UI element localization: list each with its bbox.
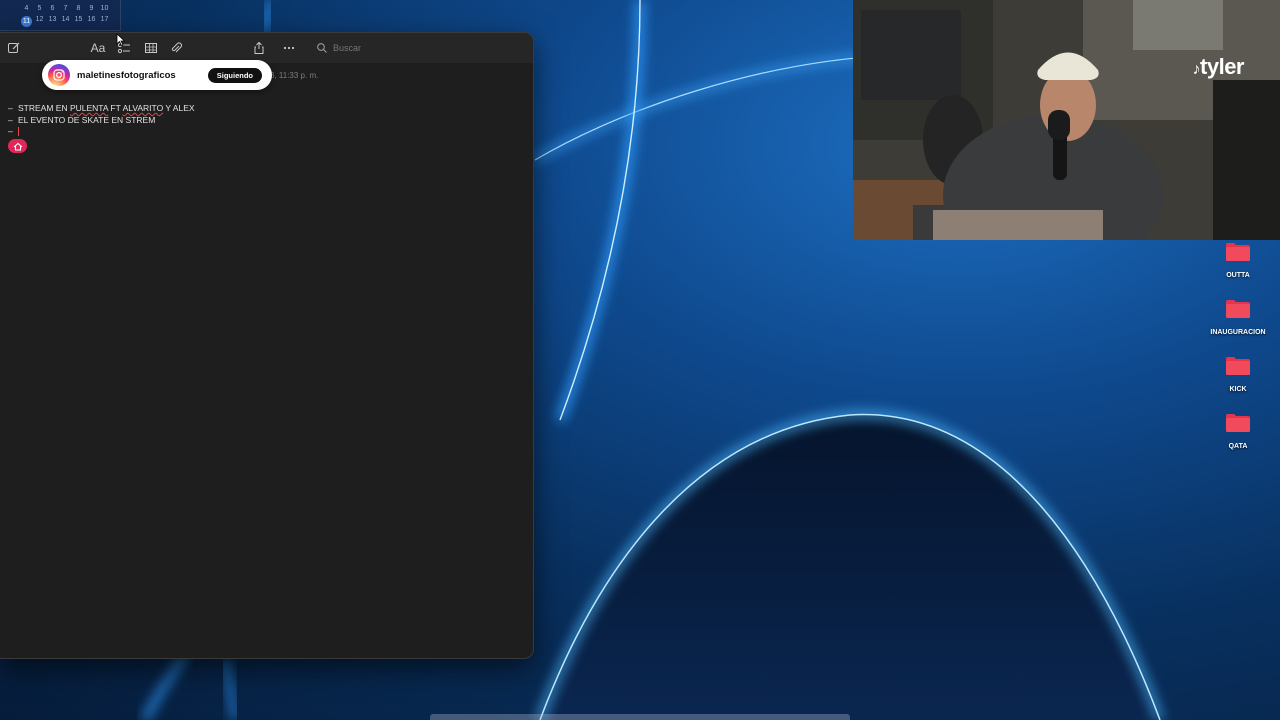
notes-window: Aa 3, 11:33 p. m. – STREAM EN PULENTA FT…: [0, 32, 534, 659]
search-field[interactable]: [316, 38, 526, 58]
folder-label: OUTTA: [1226, 272, 1250, 279]
note-line: – STREAM EN PULENTA FT ALVARITO Y ALEX: [8, 103, 195, 115]
paperclip-icon[interactable]: [167, 39, 185, 57]
folder-icon: [1226, 300, 1250, 318]
channel-logo: ♪tyler: [1192, 54, 1245, 79]
calendar-day[interactable]: 14: [59, 16, 72, 27]
desktop-folder[interactable]: KICK: [1205, 356, 1271, 393]
folder-label: INAUGURACION: [1210, 329, 1266, 336]
text-cursor: [18, 127, 19, 136]
calendar-day[interactable]: 8: [72, 5, 85, 12]
dock[interactable]: [430, 714, 850, 720]
folder-label: KICK: [1229, 386, 1247, 393]
calendar-day[interactable]: 4: [20, 5, 33, 12]
webcam-overlay: ♪tyler: [853, 0, 1280, 240]
instagram-logo-icon: [48, 64, 70, 86]
calendar-day[interactable]: 13: [46, 16, 59, 27]
calendar-week-row: 4 5 6 7 8 9 10: [20, 5, 111, 12]
following-button[interactable]: Siguiendo: [207, 67, 262, 83]
note-line: – EL EVENTO DE SKATE EN STREM: [8, 115, 195, 127]
calendar-day[interactable]: 10: [98, 5, 111, 12]
folder-icon: [1226, 357, 1250, 375]
instagram-username: maletinesfotograficos: [77, 69, 176, 81]
calendar-day[interactable]: 5: [33, 5, 46, 12]
table-icon[interactable]: [142, 39, 160, 57]
folder-icon: [1226, 414, 1250, 432]
note-bullet: –: [8, 126, 13, 136]
calendar-day[interactable]: 17: [98, 16, 111, 27]
compose-icon[interactable]: [5, 39, 23, 57]
desktop-folder[interactable]: INAUGURACION: [1205, 299, 1271, 336]
format-text-button[interactable]: Aa: [89, 39, 107, 57]
home-icon: [13, 142, 22, 151]
calendar-day[interactable]: 6: [46, 5, 59, 12]
share-icon[interactable]: [250, 39, 268, 57]
record-indicator-button[interactable]: [8, 139, 27, 153]
calendar-day[interactable]: 7: [59, 5, 72, 12]
note-text: STREAM EN PULENTA FT ALVARITO Y ALEX: [18, 103, 195, 113]
calendar-day-today[interactable]: 11: [21, 16, 32, 27]
calendar-day[interactable]: 9: [85, 5, 98, 12]
note-content[interactable]: – STREAM EN PULENTA FT ALVARITO Y ALEX –…: [8, 103, 195, 138]
note-date: 3, 11:33 p. m.: [270, 71, 319, 80]
note-bullet: –: [8, 103, 13, 113]
notes-toolbar: Aa: [0, 33, 533, 63]
mouse-pointer-icon: [116, 33, 126, 47]
calendar-day[interactable]: 15: [72, 16, 85, 27]
note-bullet: –: [8, 114, 13, 125]
folder-icon: [1226, 243, 1250, 261]
ellipsis-icon[interactable]: [280, 39, 298, 57]
search-icon: [317, 43, 327, 53]
folder-label: QATA: [1228, 443, 1248, 450]
instagram-follow-badge: maletinesfotograficos Siguiendo: [42, 60, 272, 90]
webcam-video-feed: [853, 0, 1280, 240]
desktop-folder[interactable]: OUTTA: [1205, 242, 1271, 279]
desktop-folder[interactable]: QATA: [1205, 413, 1271, 450]
tiktok-icon: ♪: [1192, 61, 1201, 78]
note-line: –: [8, 126, 195, 138]
calendar-day[interactable]: 16: [85, 16, 98, 27]
mini-calendar-widget: 4 5 6 7 8 9 10 11 12 13 14 15 16 17: [0, 0, 121, 31]
calendar-day[interactable]: 12: [33, 16, 46, 27]
search-input[interactable]: [333, 43, 513, 53]
calendar-week-row: 11 12 13 14 15 16 17: [20, 16, 111, 27]
note-text: EL EVENTO DE SKATE EN STREM: [18, 114, 156, 125]
